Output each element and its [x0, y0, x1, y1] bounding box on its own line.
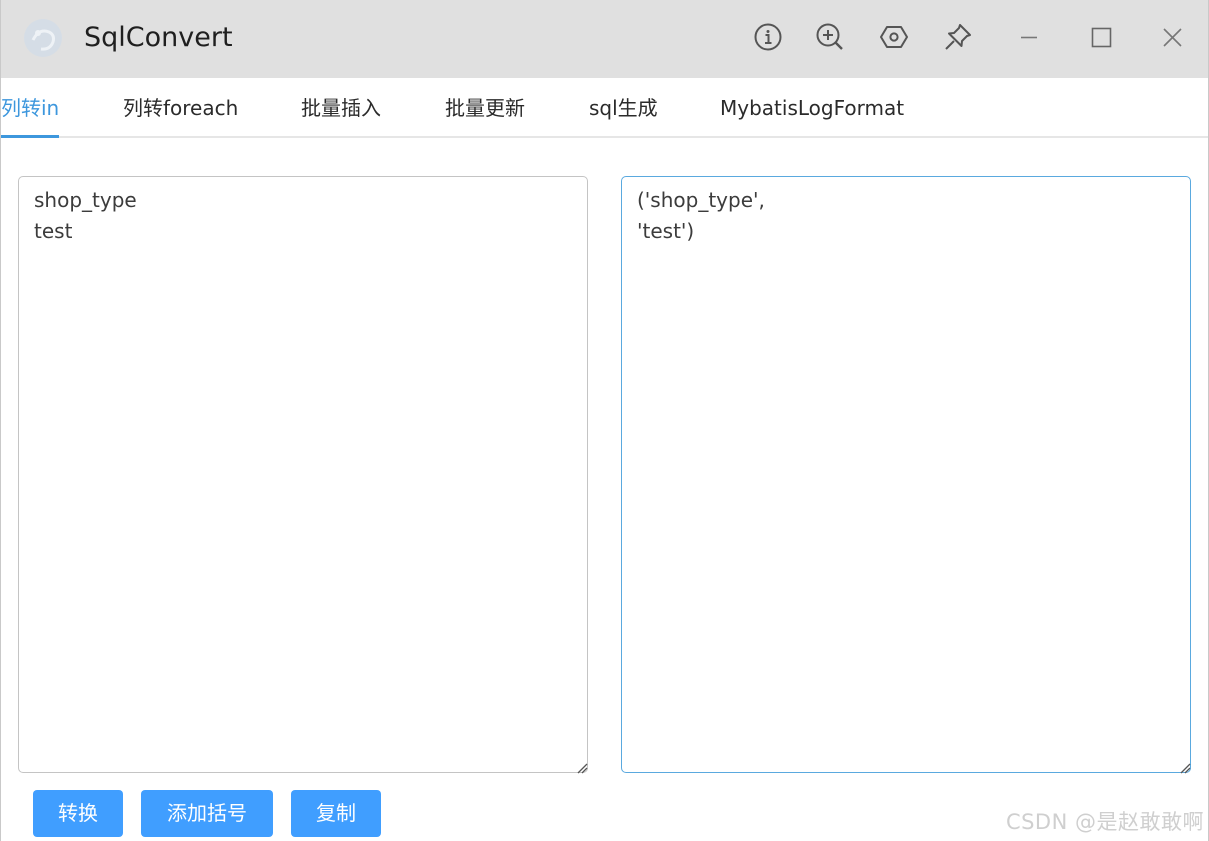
- info-icon: [754, 23, 782, 51]
- input-resize-grip[interactable]: [576, 759, 588, 774]
- resize-grip-icon: [1180, 763, 1191, 774]
- add-brackets-button[interactable]: 添加括号: [141, 790, 273, 837]
- settings-button[interactable]: [877, 20, 911, 54]
- output-resize-grip[interactable]: [1179, 759, 1191, 774]
- tab-sql-generate[interactable]: sql生成: [589, 78, 658, 136]
- maximize-icon: [1091, 27, 1112, 48]
- watermark-text: CSDN @是赵敢敢啊: [1005, 810, 1204, 834]
- tab-mybatis-log-format[interactable]: MybatisLogFormat: [720, 78, 904, 136]
- close-button[interactable]: [1155, 20, 1189, 54]
- pin-button[interactable]: [941, 20, 975, 54]
- zoom-in-button[interactable]: [813, 20, 847, 54]
- app-window: SqlConvert 列转in 列转foreach 批量插入 批量更新 sql生…: [0, 0, 1209, 841]
- tab-bar: 列转in 列转foreach 批量插入 批量更新 sql生成 MybatisLo…: [1, 78, 1208, 138]
- input-textarea[interactable]: shop_type test: [18, 176, 588, 773]
- title-bar[interactable]: SqlConvert: [1, 0, 1208, 78]
- maximize-button[interactable]: [1084, 20, 1118, 54]
- minimize-button[interactable]: [1012, 20, 1046, 54]
- tab-batch-update[interactable]: 批量更新: [445, 78, 525, 136]
- info-button[interactable]: [751, 20, 785, 54]
- convert-button[interactable]: 转换: [33, 790, 123, 837]
- app-logo-icon: [21, 16, 65, 60]
- resize-grip-icon: [577, 763, 588, 774]
- copy-button[interactable]: 复制: [291, 790, 381, 837]
- minimize-icon: [1021, 36, 1037, 39]
- tab-column-to-in[interactable]: 列转in: [1, 78, 60, 138]
- output-textarea[interactable]: ('shop_type', 'test'): [621, 176, 1191, 773]
- settings-hexagon-icon: [880, 26, 908, 48]
- pin-icon: [945, 24, 971, 50]
- zoom-in-icon: [816, 23, 843, 50]
- app-title: SqlConvert: [84, 22, 233, 53]
- tab-batch-insert[interactable]: 批量插入: [301, 78, 381, 136]
- tab-column-to-foreach[interactable]: 列转foreach: [123, 78, 238, 136]
- close-icon: [1163, 28, 1182, 47]
